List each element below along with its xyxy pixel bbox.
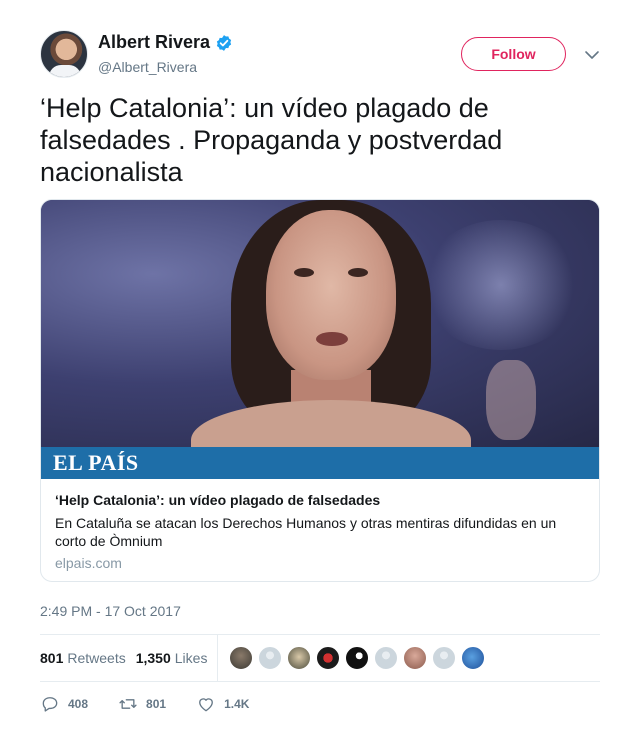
card-brand-bar: EL PAÍS [41, 447, 599, 479]
liker-avatar[interactable] [316, 646, 341, 670]
tweet-stats: 801 Retweets 1,350 Likes [40, 634, 600, 682]
retweets-stat[interactable]: 801 Retweets [40, 650, 126, 666]
tweet-actions: 408 801 1.4K [40, 693, 600, 715]
liker-avatar[interactable] [432, 646, 457, 670]
retweet-icon [119, 699, 137, 709]
liker-avatar[interactable] [345, 646, 370, 670]
card-description: En Cataluña se atacan los Derechos Human… [55, 515, 557, 549]
el-pais-logo: EL PAÍS [53, 450, 139, 475]
like-action[interactable]: 1.4K [196, 694, 249, 714]
liker-avatar[interactable] [229, 646, 254, 670]
likes-stat[interactable]: 1,350 Likes [136, 650, 208, 666]
link-card[interactable]: EL PAÍS ‘Help Catalonia’: un vídeo plaga… [40, 199, 600, 582]
liker-avatar[interactable] [374, 646, 399, 670]
reply-action[interactable]: 408 [40, 694, 88, 714]
liker-avatar[interactable] [287, 646, 312, 670]
author-name-row: Albert Rivera [98, 32, 233, 53]
verified-badge-icon [216, 34, 232, 51]
likes-label: Likes [174, 650, 208, 666]
liker-avatars [229, 646, 490, 670]
liker-avatar[interactable] [258, 646, 283, 670]
retweet-count: 801 [146, 697, 167, 711]
author-handle[interactable]: @Albert_Rivera [98, 59, 197, 75]
retweets-label: Retweets [67, 650, 126, 666]
card-body: ‘Help Catalonia’: un vídeo plagado de fa… [41, 479, 599, 581]
card-domain: elpais.com [55, 555, 122, 571]
like-icon [199, 698, 213, 712]
retweet-action[interactable]: 801 [118, 694, 166, 714]
tweet-header: Albert Rivera @Albert_Rivera Follow [40, 30, 600, 80]
card-image [41, 200, 599, 447]
author-name[interactable]: Albert Rivera [98, 32, 210, 53]
follow-button[interactable]: Follow [461, 37, 566, 71]
card-title: ‘Help Catalonia’: un vídeo plagado de fa… [55, 492, 381, 508]
tweet-text: ‘Help Catalonia’: un vídeo plagado de fa… [40, 93, 503, 187]
liker-avatar[interactable] [403, 646, 428, 670]
reply-count: 408 [68, 697, 89, 711]
chevron-down-icon[interactable] [584, 48, 600, 62]
like-count: 1.4K [224, 697, 250, 711]
likes-count: 1,350 [135, 650, 171, 666]
stats-divider [217, 635, 219, 681]
liker-avatar[interactable] [461, 646, 486, 670]
reply-icon [42, 697, 58, 712]
tweet-timestamp[interactable]: 2:49 PM - 17 Oct 2017 [40, 603, 181, 619]
author-avatar[interactable] [40, 30, 88, 78]
retweets-count: 801 [40, 650, 64, 666]
